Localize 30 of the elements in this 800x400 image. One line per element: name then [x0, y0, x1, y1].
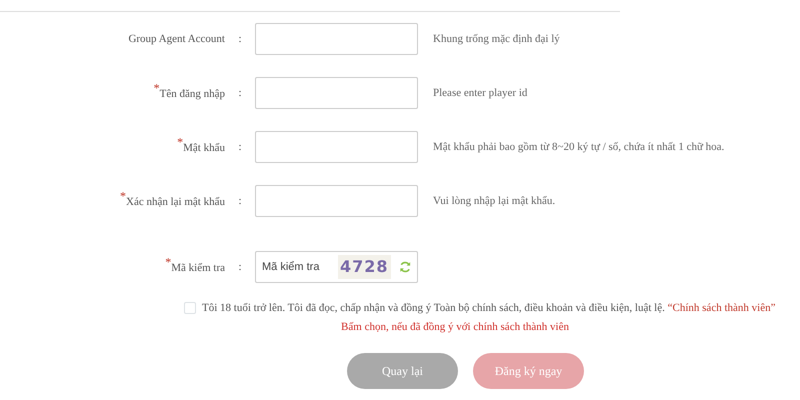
hint-text: Vui lòng nhập lại mật khẩu. — [433, 194, 556, 209]
hint-text: Khung trống mặc định đại lý — [433, 32, 560, 47]
input-field[interactable] — [255, 77, 418, 109]
policy-link[interactable]: “Chính sách thành viên” — [668, 302, 776, 314]
field-label: Group Agent Account — [128, 32, 225, 45]
field-label: Mã kiểm tra — [171, 262, 225, 274]
hint-text: Mật khẩu phải bao gồm từ 8~20 ký tự / số, chứa ít nhất 1 chữ hoa. — [433, 140, 724, 155]
colon: : — [237, 140, 243, 155]
back-button[interactable]: Quay lại — [347, 353, 458, 389]
colon: : — [237, 86, 243, 101]
input-field[interactable] — [255, 23, 418, 55]
colon: : — [237, 260, 243, 275]
required-mark: * — [165, 254, 172, 269]
agreement-text: Tôi 18 tuổi trở lên. Tôi đã đọc, chấp nhận và đồng ý Toàn bộ chính sách, điều khoản và điều kiện, luật lệ. “Chính sách thành viên” — [202, 301, 776, 316]
required-mark: * — [177, 134, 184, 149]
hint-text: Please enter player id — [433, 86, 528, 101]
field-label: Mật khẩu — [183, 142, 225, 154]
register-button[interactable]: Đăng ký ngay — [473, 353, 584, 389]
field-label: Tên đăng nhập — [160, 88, 225, 100]
colon: : — [237, 32, 243, 47]
warning-text: Bấm chọn, nếu đã đồng ý với chính sách thành viên — [341, 320, 569, 334]
captcha-image: 4728 — [338, 255, 391, 279]
colon: : — [237, 194, 243, 209]
input-field[interactable] — [255, 185, 418, 217]
refresh-icon[interactable] — [398, 260, 411, 274]
field-label: Xác nhận lại mật khẩu — [126, 196, 225, 208]
agree-checkbox[interactable] — [184, 302, 196, 314]
required-mark: * — [120, 188, 126, 203]
input-field[interactable] — [255, 131, 418, 163]
required-mark: * — [154, 80, 160, 95]
